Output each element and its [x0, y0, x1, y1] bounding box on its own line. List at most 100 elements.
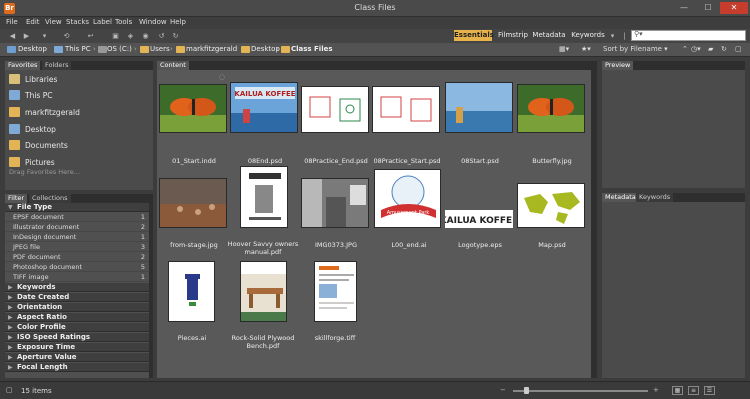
tab-folders[interactable]: Folders [42, 61, 72, 70]
star-rating-filter-icon[interactable]: ★▾ [581, 45, 591, 53]
filter-section-aperture-value[interactable]: ▶ Aperture Value [5, 353, 149, 362]
filter-count: 5 [140, 263, 145, 271]
tab-filter[interactable]: Filter [5, 194, 28, 203]
filter-section-keywords[interactable]: ▶ Keywords [5, 283, 149, 292]
filter-row-label: JPEG file [13, 243, 40, 251]
filter-section-iso[interactable]: ▶ ISO Speed Ratings [5, 333, 149, 342]
tab-preview[interactable]: Preview [602, 61, 634, 70]
manual-thumbnail [240, 166, 288, 228]
thumbnail-size-slider[interactable] [513, 390, 648, 392]
map-thumbnail [517, 183, 585, 228]
workspace-filmstrip-tab[interactable]: Filmstrip [496, 30, 530, 41]
workspace-essentials-tab[interactable]: Essentials [454, 30, 494, 41]
workspace-keywords-tab[interactable]: Keywords [570, 30, 606, 41]
grid-view-icon[interactable]: ▦ [672, 386, 683, 395]
diagram-thumbnail [301, 86, 369, 133]
metadata-panel [602, 202, 745, 378]
breadcrumb-class-files[interactable]: Class Files [291, 45, 333, 53]
filter-section-focal-length[interactable]: ▶ Focal Length [5, 363, 149, 372]
close-icon[interactable]: ✕ [720, 2, 748, 14]
content-scrollbar[interactable] [591, 70, 597, 378]
filter-section-orientation[interactable]: ▶ Orientation [5, 303, 149, 312]
filter-section-color-profile[interactable]: ▶ Color Profile [5, 323, 149, 332]
menu-help[interactable]: Help [170, 18, 186, 26]
new-folder-icon[interactable]: ▰ [708, 45, 713, 53]
workspace-metadata-tab[interactable]: Metadata [532, 30, 566, 41]
collapsed-triangle-icon: ▶ [8, 284, 13, 291]
workspace-menu-chevron-icon[interactable]: ▾ [608, 32, 617, 40]
boomerang-icon[interactable]: ↩ [86, 32, 95, 40]
maximize-icon[interactable]: ☐ [697, 2, 719, 14]
back-icon[interactable]: ◀ [8, 32, 17, 40]
metadata-panel-header: Metadata Keywords [602, 193, 745, 202]
web-page-thumbnail [314, 261, 357, 322]
open-recent-icon[interactable]: ◷▾ [691, 45, 701, 53]
open-photoshop-icon[interactable]: ◉ [141, 32, 150, 40]
rotate-right-icon[interactable]: ↻ [171, 32, 180, 40]
filter-row[interactable]: EPSF document 1 [5, 213, 149, 222]
amusement-park-text: Amusement Park [387, 210, 430, 216]
filter-row[interactable]: TIFF image 1 [5, 273, 149, 282]
view-quality-icon[interactable]: ▦▾ [559, 45, 569, 53]
breadcrumb-user[interactable]: markfitzgerald [186, 45, 237, 53]
toggle-panels-icon[interactable]: ▢ [6, 386, 13, 394]
rotate-left-icon[interactable]: ↺ [157, 32, 166, 40]
filter-count: 3 [140, 243, 145, 251]
breadcrumb-drive[interactable]: OS (C:) [107, 45, 132, 53]
menu-label[interactable]: Label [93, 18, 112, 26]
filter-row[interactable]: Photoshop document 5 [5, 263, 149, 272]
breadcrumb-separator: › [45, 45, 48, 53]
menu-view[interactable]: View [45, 18, 62, 26]
filter-section-exposure-time[interactable]: ▶ Exposure Time [5, 343, 149, 352]
tab-metadata[interactable]: Metadata [602, 193, 639, 202]
menu-file[interactable]: File [6, 18, 18, 26]
search-input[interactable]: ⚲▾ [631, 30, 746, 41]
zoom-out-icon[interactable]: − [500, 386, 506, 394]
refine-icon[interactable]: ◈ [126, 32, 135, 40]
menu-edit[interactable]: Edit [26, 18, 40, 26]
filter-row[interactable]: Illustrator document 2 [5, 223, 149, 232]
filter-scrollbar[interactable] [149, 203, 153, 378]
breadcrumb-separator: › [134, 45, 137, 53]
breadcrumb-users[interactable]: Users [150, 45, 170, 53]
list-view-icon[interactable]: ☰ [704, 386, 715, 395]
filter-section-label: File Type [17, 203, 53, 211]
camera-icon[interactable]: ▣ [111, 32, 120, 40]
breadcrumb-desktop[interactable]: Desktop [18, 45, 47, 53]
amusement-park-thumbnail: Amusement Park [374, 169, 441, 228]
pc-icon [54, 46, 63, 53]
content-panel: ◌ 01_Start.indd KAILUA KOFFEE 08End.psd … [157, 70, 597, 378]
breadcrumb-this-pc[interactable]: This PC [65, 45, 91, 53]
dropdown-chevron-icon[interactable]: ▾ [40, 32, 49, 40]
details-view-icon[interactable]: ≡ [688, 386, 699, 395]
menu-stacks[interactable]: Stacks [66, 18, 89, 26]
tab-collections[interactable]: Collections [29, 194, 71, 203]
filter-row[interactable]: JPEG file 3 [5, 243, 149, 252]
thumbnail-size-slider-knob[interactable] [524, 387, 529, 394]
favorite-label: Documents [25, 141, 68, 150]
recent-folder-icon[interactable]: ⟲ [62, 32, 71, 40]
tab-content[interactable]: Content [157, 61, 189, 70]
favorite-label: Libraries [25, 75, 58, 84]
filter-count: 1 [140, 213, 145, 221]
collapsed-triangle-icon: ▶ [8, 364, 13, 371]
tab-favorites[interactable]: Favorites [5, 61, 41, 70]
sort-direction-icon[interactable]: ⌃ [682, 45, 688, 53]
favorite-label: markfitzgerald [25, 108, 80, 117]
filter-row[interactable]: InDesign document 1 [5, 233, 149, 242]
sort-dropdown[interactable]: Sort by Filename ▾ [603, 45, 668, 53]
filter-section-date-created[interactable]: ▶ Date Created [5, 293, 149, 302]
sort-label: Sort by Filename [603, 45, 662, 53]
filter-row[interactable]: PDF document 2 [5, 253, 149, 262]
menu-tools[interactable]: Tools [115, 18, 132, 26]
forward-icon[interactable]: ▶ [22, 32, 31, 40]
file-name: Map.psd [538, 241, 566, 249]
delete-icon[interactable]: ▢ [735, 45, 742, 53]
menu-window[interactable]: Window [139, 18, 167, 26]
minimize-icon[interactable]: — [673, 2, 695, 14]
filter-section-aspect-ratio[interactable]: ▶ Aspect Ratio [5, 313, 149, 322]
zoom-in-icon[interactable]: + [653, 386, 659, 394]
filter-section-file-type[interactable]: ▼ File Type [5, 203, 149, 212]
rotate-icon[interactable]: ↻ [721, 45, 727, 53]
tab-keywords[interactable]: Keywords [636, 193, 674, 202]
